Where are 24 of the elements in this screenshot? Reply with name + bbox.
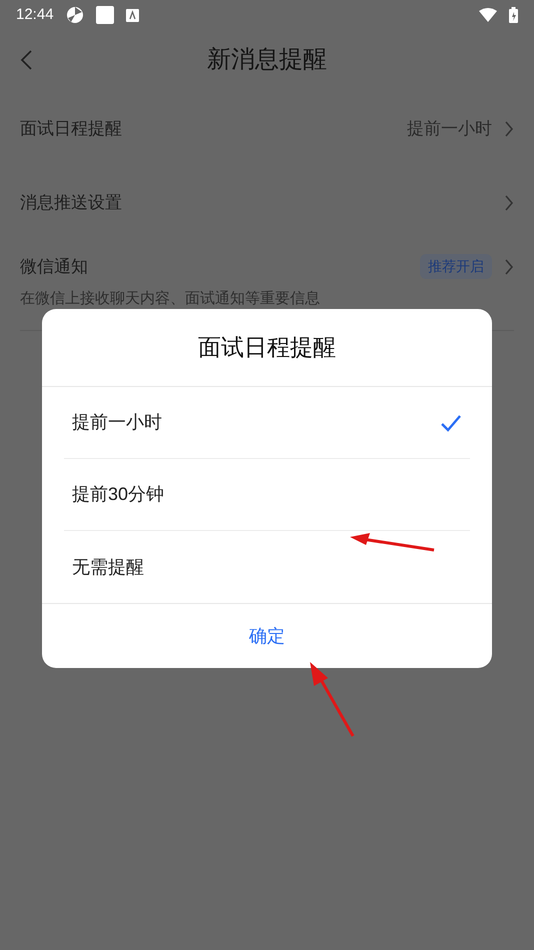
wifi-icon (479, 8, 497, 22)
option-item[interactable]: 无需提醒 (64, 531, 470, 603)
status-time: 12:44 (16, 4, 54, 25)
recommend-tag: 推荐开启 (420, 254, 492, 280)
settings-row[interactable]: 消息推送设置 (0, 166, 534, 240)
square-icon (96, 6, 114, 24)
setting-description: 在微信上接收聊天内容、面试通知等重要信息 (20, 288, 321, 308)
back-icon[interactable] (19, 49, 33, 71)
battery-icon (509, 7, 518, 23)
setting-label: 面试日程提醒 (20, 118, 123, 140)
page-title: 新消息提醒 (207, 45, 327, 75)
setting-label: 微信通知 (20, 256, 89, 278)
chevron-right-icon (504, 258, 514, 276)
settings-row[interactable]: 微信通知 推荐开启 在微信上接收聊天内容、面试通知等重要信息 (0, 240, 534, 330)
option-item[interactable]: 提前30分钟 (64, 459, 470, 531)
chevron-right-icon (504, 120, 514, 138)
chevron-right-icon (504, 194, 514, 212)
option-item[interactable]: 提前一小时 (64, 387, 470, 459)
settings-row[interactable]: 面试日程提醒 提前一小时 (0, 92, 534, 166)
dialog-title: 面试日程提醒 (198, 333, 336, 362)
confirm-button[interactable]: 确定 (241, 622, 293, 650)
keyboard-icon (126, 8, 139, 22)
setting-label: 消息推送设置 (20, 192, 123, 214)
setting-value: 提前一小时 (407, 118, 492, 140)
